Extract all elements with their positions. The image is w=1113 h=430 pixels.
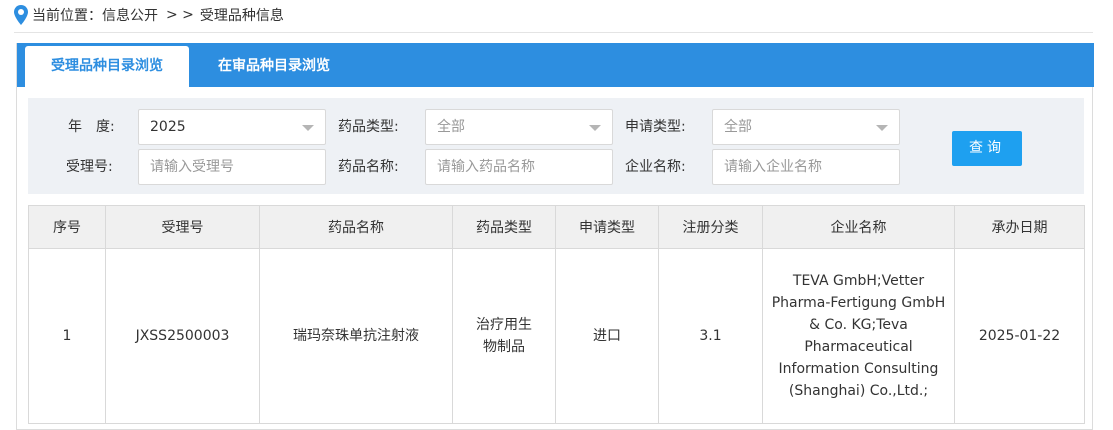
chevron-down-icon bbox=[302, 125, 314, 131]
company-input[interactable]: 请输入企业名称 bbox=[712, 149, 900, 185]
table-header-row: 序号 受理号 药品名称 药品类型 申请类型 注册分类 企业名称 承办日期 bbox=[28, 205, 1085, 249]
col-header-accept-no: 受理号 bbox=[105, 205, 260, 249]
drug-type-select-value: 全部 bbox=[437, 119, 465, 135]
tab-bar: 受理品种目录浏览 在审品种目录浏览 bbox=[17, 43, 1094, 87]
chevron-down-icon bbox=[876, 125, 888, 131]
year-label: 年 度: bbox=[68, 119, 115, 135]
drug-type-select[interactable]: 全部 bbox=[425, 109, 613, 145]
breadcrumb-prefix: 当前位置： bbox=[32, 8, 102, 24]
cell-date: 2025-01-22 bbox=[954, 248, 1085, 424]
apply-type-select-value: 全部 bbox=[724, 119, 752, 135]
cell-accept-no: JXSS2500003 bbox=[105, 248, 260, 424]
filter-form: 年 度: 2025 药品类型: 全部 申请类型: 全部 受理号: 请输入受理号 … bbox=[28, 98, 1084, 194]
cell-drug-name: 瑞玛奈珠单抗注射液 bbox=[259, 248, 453, 424]
col-header-index: 序号 bbox=[28, 205, 106, 249]
col-header-drug-type: 药品类型 bbox=[452, 205, 556, 249]
cell-drug-type: 治疗用生物制品 bbox=[452, 248, 556, 424]
year-select[interactable]: 2025 bbox=[138, 109, 326, 145]
cell-company: TEVA GmbH;Vetter Pharma-Fertigung GmbH &… bbox=[762, 248, 955, 424]
drug-name-label: 药品名称: bbox=[338, 159, 399, 175]
breadcrumb-link-info[interactable]: 信息公开 bbox=[102, 5, 158, 25]
accept-no-label: 受理号: bbox=[66, 159, 113, 175]
breadcrumb-divider bbox=[14, 32, 1093, 33]
col-header-reg-class: 注册分类 bbox=[658, 205, 763, 249]
cell-reg-class: 3.1 bbox=[658, 248, 763, 424]
col-header-drug-name: 药品名称 bbox=[259, 205, 453, 249]
breadcrumb-current: 受理品种信息 bbox=[199, 8, 284, 24]
apply-type-label: 申请类型: bbox=[625, 119, 686, 135]
content-panel: 受理品种目录浏览 在审品种目录浏览 年 度: 2025 药品类型: 全部 申请类… bbox=[16, 43, 1094, 430]
drug-name-input[interactable]: 请输入药品名称 bbox=[425, 149, 613, 185]
location-pin-icon bbox=[14, 5, 28, 25]
col-header-date: 承办日期 bbox=[954, 205, 1085, 249]
cell-apply-type: 进口 bbox=[555, 248, 659, 424]
table-row: 1 JXSS2500003 瑞玛奈珠单抗注射液 治疗用生物制品 进口 3.1 T… bbox=[28, 248, 1085, 424]
year-select-value: 2025 bbox=[150, 119, 186, 135]
cell-index: 1 bbox=[28, 248, 106, 424]
drug-type-label: 药品类型: bbox=[338, 119, 399, 135]
results-table: 序号 受理号 药品名称 药品类型 申请类型 注册分类 企业名称 承办日期 1 J… bbox=[28, 205, 1085, 424]
breadcrumb-separator: > > bbox=[166, 7, 194, 23]
col-header-company: 企业名称 bbox=[762, 205, 955, 249]
accept-no-input[interactable]: 请输入受理号 bbox=[138, 149, 326, 185]
chevron-down-icon bbox=[589, 125, 601, 131]
query-button[interactable]: 查询 bbox=[952, 131, 1022, 166]
apply-type-select[interactable]: 全部 bbox=[712, 109, 900, 145]
breadcrumb: 当前位置： 信息公开 > > 受理品种信息 bbox=[14, 4, 284, 26]
tab-under-review-catalog[interactable]: 在审品种目录浏览 bbox=[189, 46, 359, 87]
tab-accepted-catalog[interactable]: 受理品种目录浏览 bbox=[25, 46, 189, 87]
company-label: 企业名称: bbox=[625, 159, 686, 175]
col-header-apply-type: 申请类型 bbox=[555, 205, 659, 249]
